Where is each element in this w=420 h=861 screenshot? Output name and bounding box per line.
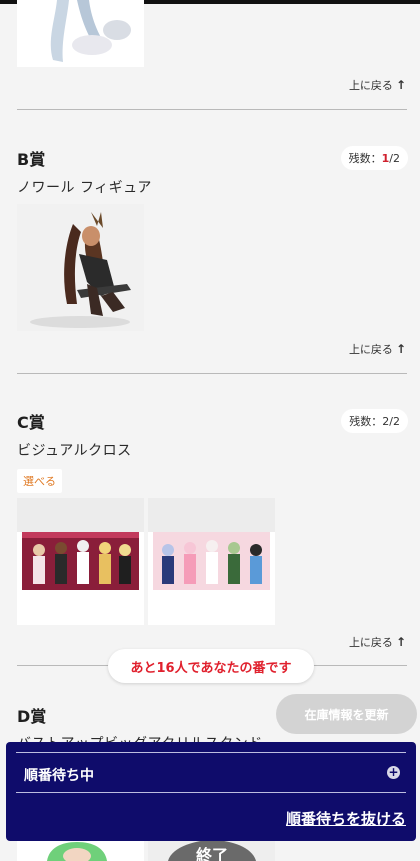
back-to-top-link[interactable]: 上に戻る ↑ (349, 634, 406, 650)
choose-badge: 選べる (17, 469, 62, 493)
prize-c-title: C賞 (17, 413, 45, 432)
prize-c-stock-badge: 残数：2/2 (341, 409, 408, 433)
back-to-top-label: 上に戻る (348, 636, 393, 649)
section-divider (17, 373, 407, 374)
stock-label: 残数： (348, 152, 382, 165)
queue-position-message: あと16人であなたの番です (108, 649, 314, 683)
leave-queue-link[interactable]: 順番待ちを抜ける (286, 808, 406, 829)
refresh-stock-button[interactable]: 在庫情報を更新 (276, 694, 417, 734)
arrow-up-icon: ↑ (395, 78, 406, 92)
visual-cloth-1-illustration (17, 498, 144, 590)
panel-divider (16, 792, 406, 793)
prize-b-stock-badge: 残数：1/2 (340, 146, 408, 170)
visual-cloth-2-illustration (148, 498, 275, 590)
sold-out-label: 終了 (196, 846, 229, 861)
figure-b-illustration (30, 212, 131, 328)
stock-value: 2/2 (382, 415, 400, 428)
prize-d-image-2[interactable]: 終了 (148, 838, 275, 861)
back-to-top-label: 上に戻る (348, 343, 393, 356)
queue-status-label: 順番待ち中 (24, 768, 94, 784)
queue-panel: 順番待ち中 + 順番待ちを抜ける (6, 742, 416, 841)
prize-c-image-2[interactable] (148, 498, 275, 625)
prize-b-image[interactable] (17, 204, 144, 331)
back-to-top-label: 上に戻る (348, 79, 393, 92)
prize-b-title: B賞 (17, 150, 46, 169)
prize-a-image[interactable] (17, 0, 144, 67)
figure-a-illustration (50, 0, 131, 62)
prize-b-name: ノワール フィギュア (17, 180, 152, 196)
stock-label: 残数： (349, 415, 383, 428)
prize-d-image-1[interactable] (17, 838, 144, 861)
panel-divider (16, 752, 406, 753)
prize-c-name: ビジュアルクロス (17, 443, 132, 459)
prize-d-title: D賞 (17, 707, 47, 726)
prize-c-image-1[interactable] (17, 498, 144, 625)
back-to-top-link[interactable]: 上に戻る ↑ (349, 77, 406, 93)
arrow-up-icon: ↑ (395, 342, 406, 356)
arrow-up-icon: ↑ (395, 635, 406, 649)
stock-total: /2 (389, 152, 400, 165)
back-to-top-link[interactable]: 上に戻る ↑ (349, 341, 406, 357)
acrylic-stand-1-illustration (47, 842, 107, 861)
section-divider (17, 109, 407, 110)
plus-icon[interactable]: + (387, 766, 400, 779)
